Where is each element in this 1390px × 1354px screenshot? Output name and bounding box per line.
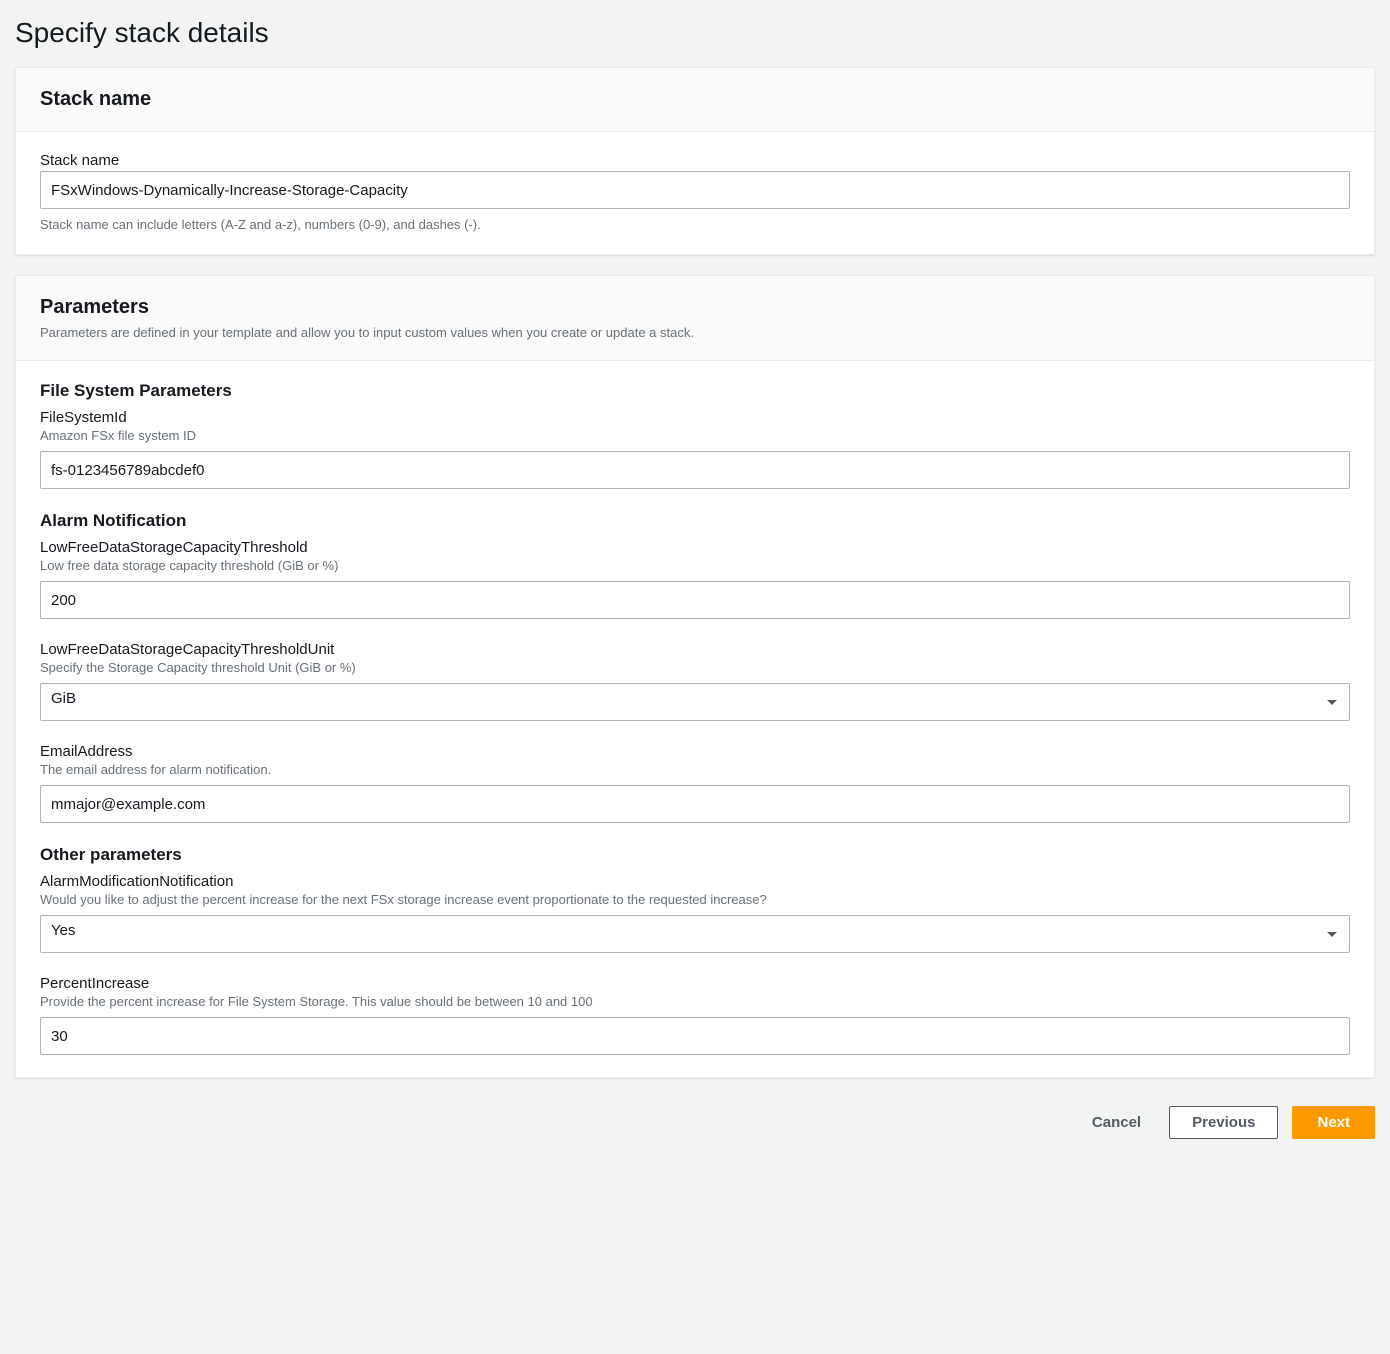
parameters-panel: Parameters Parameters are defined in you… bbox=[15, 275, 1375, 1078]
alarm-mod-notification-select[interactable]: Yes bbox=[40, 915, 1350, 953]
lowfree-threshold-unit-label: LowFreeDataStorageCapacityThresholdUnit bbox=[40, 641, 1350, 658]
page-title: Specify stack details bbox=[5, 5, 1385, 67]
lowfree-threshold-unit-select[interactable]: GiB bbox=[40, 683, 1350, 721]
other-parameters-group: Other parameters AlarmModificationNotifi… bbox=[40, 845, 1350, 953]
percent-increase-label: PercentIncrease bbox=[40, 975, 1350, 992]
page-container: Specify stack details Stack name Stack n… bbox=[0, 0, 1390, 1167]
email-address-input[interactable] bbox=[40, 785, 1350, 823]
stack-name-panel-header: Stack name bbox=[16, 68, 1374, 132]
filesystemid-input[interactable] bbox=[40, 451, 1350, 489]
alarm-mod-notification-select-wrap: Yes bbox=[40, 915, 1350, 953]
email-address-label: EmailAddress bbox=[40, 743, 1350, 760]
parameters-subtext: Parameters are defined in your template … bbox=[40, 325, 1350, 340]
stack-name-input[interactable] bbox=[40, 171, 1350, 209]
previous-button[interactable]: Previous bbox=[1169, 1106, 1278, 1139]
lowfree-threshold-unit-group: LowFreeDataStorageCapacityThresholdUnit … bbox=[40, 641, 1350, 721]
stack-name-panel: Stack name Stack name Stack name can inc… bbox=[15, 67, 1375, 255]
lowfree-threshold-help: Low free data storage capacity threshold… bbox=[40, 558, 1350, 573]
lowfree-threshold-input[interactable] bbox=[40, 581, 1350, 619]
filesystemid-help: Amazon FSx file system ID bbox=[40, 428, 1350, 443]
stack-name-label: Stack name bbox=[40, 152, 1350, 169]
percent-increase-input[interactable] bbox=[40, 1017, 1350, 1055]
next-button[interactable]: Next bbox=[1292, 1106, 1375, 1139]
stack-name-help: Stack name can include letters (A-Z and … bbox=[40, 217, 1350, 232]
other-parameters-heading: Other parameters bbox=[40, 845, 1350, 865]
percent-increase-help: Provide the percent increase for File Sy… bbox=[40, 994, 1350, 1009]
parameters-panel-body: File System Parameters FileSystemId Amaz… bbox=[16, 361, 1374, 1077]
alarm-mod-notification-help: Would you like to adjust the percent inc… bbox=[40, 892, 1350, 907]
footer-buttons: Cancel Previous Next bbox=[5, 1098, 1385, 1147]
file-system-parameters-group: File System Parameters FileSystemId Amaz… bbox=[40, 381, 1350, 489]
parameters-panel-header: Parameters Parameters are defined in you… bbox=[16, 276, 1374, 361]
lowfree-threshold-unit-select-wrap: GiB bbox=[40, 683, 1350, 721]
stack-name-heading: Stack name bbox=[40, 88, 1350, 111]
stack-name-panel-body: Stack name Stack name can include letter… bbox=[16, 132, 1374, 254]
parameters-heading: Parameters bbox=[40, 296, 1350, 319]
file-system-parameters-heading: File System Parameters bbox=[40, 381, 1350, 401]
alarm-mod-notification-label: AlarmModificationNotification bbox=[40, 873, 1350, 890]
cancel-button[interactable]: Cancel bbox=[1078, 1106, 1155, 1139]
filesystemid-label: FileSystemId bbox=[40, 409, 1350, 426]
alarm-notification-heading: Alarm Notification bbox=[40, 511, 1350, 531]
email-address-group: EmailAddress The email address for alarm… bbox=[40, 743, 1350, 823]
percent-increase-group: PercentIncrease Provide the percent incr… bbox=[40, 975, 1350, 1055]
email-address-help: The email address for alarm notification… bbox=[40, 762, 1350, 777]
stack-name-field-group: Stack name Stack name can include letter… bbox=[40, 152, 1350, 232]
alarm-notification-group: Alarm Notification LowFreeDataStorageCap… bbox=[40, 511, 1350, 619]
lowfree-threshold-unit-help: Specify the Storage Capacity threshold U… bbox=[40, 660, 1350, 675]
lowfree-threshold-label: LowFreeDataStorageCapacityThreshold bbox=[40, 539, 1350, 556]
